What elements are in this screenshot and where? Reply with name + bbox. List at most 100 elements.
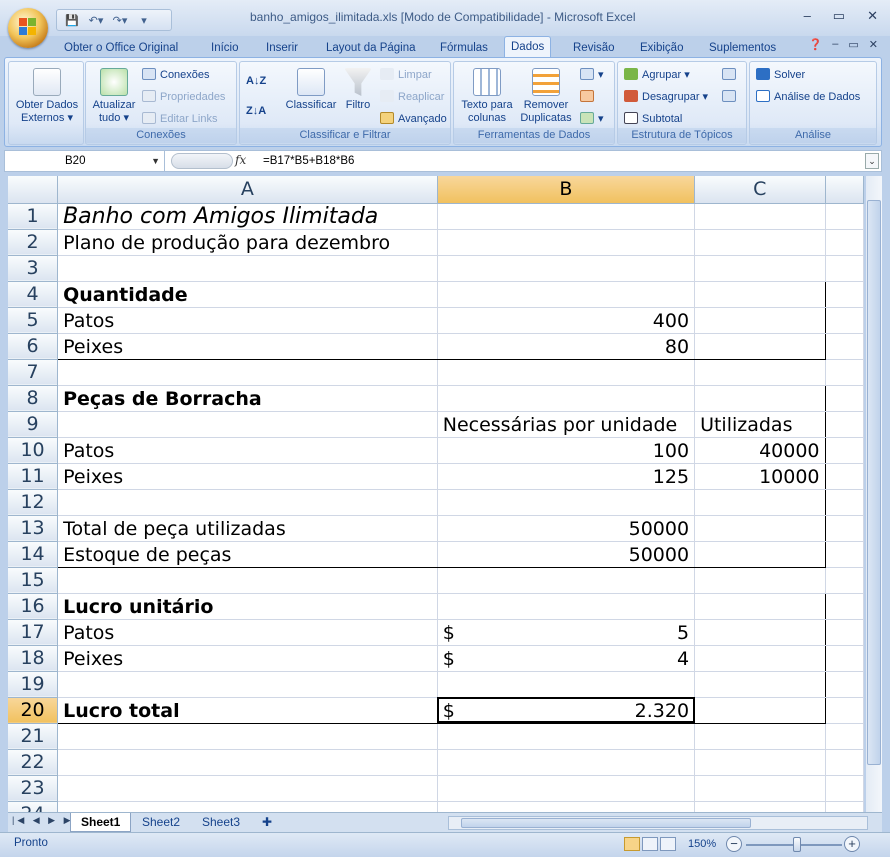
- cell-a19[interactable]: [57, 671, 438, 698]
- cell-c16[interactable]: [694, 592, 826, 620]
- zoom-level[interactable]: 150%: [688, 838, 716, 850]
- cell-b18[interactable]: $4: [437, 645, 696, 672]
- cell-d8[interactable]: [825, 385, 864, 412]
- filtro-button[interactable]: Filtro: [338, 68, 378, 112]
- remover-duplicatas-button[interactable]: Remover Duplicatas: [516, 68, 576, 125]
- limpar-button[interactable]: Limpar: [380, 66, 432, 84]
- row-header[interactable]: 6: [8, 333, 59, 360]
- cell-a3[interactable]: [57, 255, 438, 282]
- cell-d22[interactable]: [825, 749, 864, 776]
- cell-b20[interactable]: $2.320: [437, 697, 696, 724]
- cell-a12[interactable]: [57, 489, 438, 516]
- cell-c23[interactable]: [694, 775, 826, 802]
- cell-b16[interactable]: [437, 592, 696, 620]
- cell-b11[interactable]: 125: [437, 463, 696, 490]
- insert-function-button[interactable]: fx: [235, 153, 246, 167]
- cell-d20[interactable]: [825, 697, 864, 724]
- consolidate-button[interactable]: [580, 88, 598, 106]
- cell-c18[interactable]: [694, 645, 826, 672]
- cell-c6[interactable]: [694, 333, 826, 360]
- column-header-b[interactable]: B: [437, 176, 696, 204]
- cell-b24[interactable]: [437, 801, 696, 812]
- horizontal-scrollbar[interactable]: [448, 816, 868, 830]
- atualizar-tudo-button[interactable]: Atualizar tudo ▾: [88, 68, 140, 125]
- reaplicar-button[interactable]: Reaplicar: [380, 88, 444, 106]
- propriedades-button[interactable]: Propriedades: [142, 88, 225, 106]
- cell-a7[interactable]: [57, 359, 438, 386]
- classificar-button[interactable]: Classificar: [278, 68, 344, 112]
- cell-a1[interactable]: Banho com Amigos Ilimitada: [57, 203, 438, 230]
- page-break-view-icon[interactable]: [660, 837, 676, 851]
- cell-b12[interactable]: [437, 489, 696, 516]
- cell-c21[interactable]: [694, 723, 826, 750]
- row-header[interactable]: 11: [8, 463, 59, 490]
- tab-inicio[interactable]: Início: [205, 38, 245, 58]
- normal-view-icon[interactable]: [624, 837, 640, 851]
- ribbon-restore-icon[interactable]: ▭: [848, 38, 858, 51]
- solver-button[interactable]: Solver: [756, 66, 805, 84]
- texto-para-colunas-button[interactable]: Texto para colunas: [456, 68, 518, 125]
- cell-a13[interactable]: Total de peça utilizadas: [57, 515, 438, 542]
- column-header-c[interactable]: C: [694, 176, 826, 204]
- cell-d5[interactable]: [825, 307, 864, 334]
- sheet-tab-sheet3[interactable]: Sheet3: [192, 813, 250, 832]
- cell-c15[interactable]: [694, 567, 826, 594]
- redo-icon[interactable]: ↷▾: [109, 14, 131, 27]
- cell-a24[interactable]: [57, 801, 438, 812]
- vertical-scrollbar[interactable]: [866, 176, 882, 812]
- row-header[interactable]: 9: [8, 411, 59, 438]
- row-header[interactable]: 19: [8, 671, 59, 698]
- cell-d9[interactable]: [825, 411, 864, 438]
- column-header-a[interactable]: A: [57, 176, 438, 204]
- analise-dados-button[interactable]: Análise de Dados: [756, 88, 860, 106]
- row-header[interactable]: 3: [8, 255, 59, 282]
- editar-links-button[interactable]: Editar Links: [142, 110, 217, 128]
- cell-b15[interactable]: [437, 567, 696, 594]
- zoom-slider-knob[interactable]: [793, 837, 801, 852]
- horizontal-scroll-thumb[interactable]: [461, 818, 751, 828]
- cell-a18[interactable]: Peixes: [57, 645, 438, 672]
- cell-c10[interactable]: 40000: [694, 437, 826, 464]
- cell-c11[interactable]: 10000: [694, 463, 826, 490]
- tab-suplementos[interactable]: Suplementos: [703, 38, 782, 58]
- cell-d3[interactable]: [825, 255, 864, 282]
- tab-dados[interactable]: Dados: [504, 36, 552, 58]
- name-box[interactable]: B20 ▼: [5, 151, 165, 171]
- row-header[interactable]: 12: [8, 489, 59, 516]
- name-box-dropdown-icon[interactable]: ▼: [151, 151, 160, 171]
- cell-a10[interactable]: Patos: [57, 437, 438, 464]
- cell-c3[interactable]: [694, 255, 826, 282]
- row-header[interactable]: 18: [8, 645, 59, 672]
- conexoes-button[interactable]: Conexões: [142, 66, 210, 84]
- cell-b6[interactable]: 80: [437, 333, 696, 360]
- row-header[interactable]: 7: [8, 359, 59, 386]
- cell-c9[interactable]: Utilizadas: [694, 411, 826, 438]
- sort-az-button[interactable]: A↓Z: [246, 72, 266, 90]
- cell-a5[interactable]: Patos: [57, 307, 438, 334]
- cell-a16[interactable]: Lucro unitário: [57, 592, 438, 620]
- cell-b8[interactable]: [437, 384, 696, 412]
- tab-inserir[interactable]: Inserir: [260, 38, 304, 58]
- sheet-nav-icons[interactable]: |◀ ◀ ▶ ▶|: [12, 815, 79, 826]
- cell-d10[interactable]: [825, 437, 864, 464]
- cell-c22[interactable]: [694, 749, 826, 776]
- cell-d19[interactable]: [825, 671, 864, 698]
- sheet-tab-sheet2[interactable]: Sheet2: [132, 813, 190, 832]
- cell-c5[interactable]: [694, 307, 826, 334]
- cell-c7[interactable]: [694, 359, 826, 386]
- cell-b17[interactable]: $5: [437, 619, 696, 646]
- cell-d23[interactable]: [825, 775, 864, 802]
- maximize-button[interactable]: ▭: [833, 8, 845, 24]
- cell-d17[interactable]: [825, 619, 864, 646]
- row-header[interactable]: 2: [8, 229, 59, 256]
- sort-za-button[interactable]: Z↓A: [246, 102, 266, 120]
- cell-a2[interactable]: Plano de produção para dezembro: [57, 229, 438, 256]
- cell-a9[interactable]: [57, 411, 438, 438]
- cell-b22[interactable]: [437, 749, 696, 776]
- close-button[interactable]: ✕: [867, 8, 878, 24]
- row-header[interactable]: 22: [8, 749, 59, 776]
- tab-layout[interactable]: Layout da Página: [320, 38, 422, 58]
- cell-b3[interactable]: [437, 255, 696, 282]
- row-header[interactable]: 23: [8, 775, 59, 802]
- cell-d13[interactable]: [825, 515, 864, 542]
